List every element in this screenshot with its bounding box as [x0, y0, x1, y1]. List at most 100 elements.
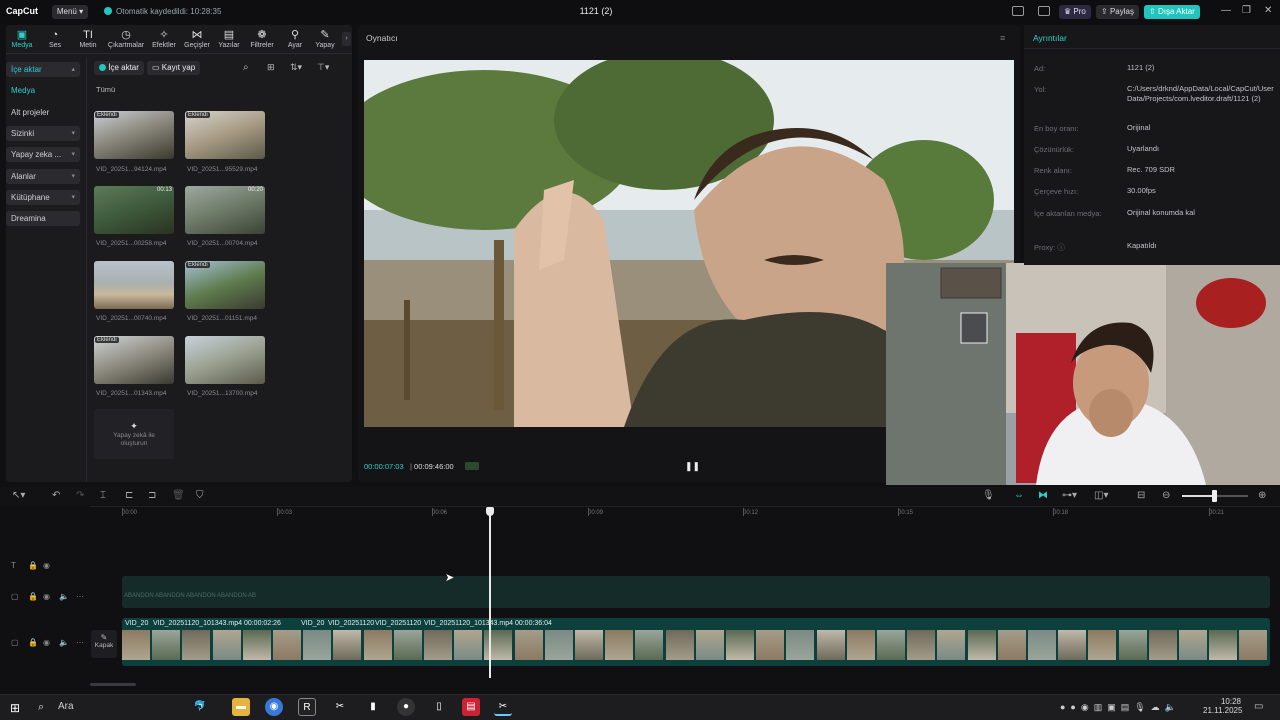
tab-ai[interactable]: ✎ Yapay [308, 28, 342, 49]
sidebar-item-library[interactable]: Kütüphane ▾ [6, 190, 80, 205]
share-button[interactable]: ⇪ Paylaş [1096, 5, 1139, 19]
sidebar-item-spaces[interactable]: Alanlar ▾ [6, 169, 80, 184]
tab-audio[interactable]: ◔ Ses [38, 28, 72, 49]
video-clip-label[interactable]: VID_20251120 [375, 620, 421, 627]
minimize-icon[interactable]: — [1221, 5, 1231, 16]
chrome-icon[interactable]: ◉ [265, 698, 283, 716]
video-clip-label[interactable]: VID_20 [125, 620, 148, 627]
cover-button[interactable]: ✎ Kapak [91, 630, 117, 658]
quality-icon[interactable] [465, 462, 479, 470]
capcut-icon[interactable]: ✂ [331, 698, 349, 716]
tab-transitions[interactable]: ⋈ Geçişler [180, 28, 214, 49]
media-thumbnail[interactable]: Eklendi [94, 111, 174, 159]
magnet-icon[interactable]: ⧓ [1038, 490, 1048, 501]
video-clip-label[interactable]: VID_20251120_101343.mp4 00:00:36:04 [424, 620, 552, 627]
lock-icon[interactable]: 🔒 [28, 638, 38, 647]
media-thumbnail[interactable]: 00:13 [94, 186, 174, 234]
webcam-overlay[interactable] [886, 263, 1280, 485]
close-icon[interactable]: ✕ [1264, 5, 1272, 16]
zoom-in-icon[interactable]: ⊕ [1258, 490, 1266, 501]
tab-stickers[interactable]: ◷ Çıkartmalar [105, 28, 147, 49]
preview-axis-icon[interactable]: ⊶▾ [1062, 490, 1077, 501]
lock-icon[interactable]: 🔒 [28, 592, 38, 601]
sidebar-item-ai[interactable]: Yapay zeka ... ▾ [6, 147, 80, 162]
video-clip-label[interactable]: VID_20251120_101343.mp4 00:00:02:26 [153, 620, 281, 627]
filter-all-tab[interactable]: Tümü [96, 85, 115, 94]
import-button[interactable]: İçe aktar [94, 61, 144, 75]
media-thumbnail[interactable]: Eklendi [185, 261, 265, 309]
clock[interactable]: 10:28 21.11.2025 [1203, 697, 1242, 715]
sidebar-item-dreamina[interactable]: Dreamina [6, 211, 80, 226]
media-thumbnail[interactable] [94, 261, 174, 309]
more-icon[interactable]: ⋯ [76, 638, 84, 647]
link-icon[interactable]: ⇔ [1014, 490, 1024, 501]
windows-start-icon[interactable]: ⊞ [10, 701, 20, 715]
video-clip-label[interactable]: VID_20 [301, 620, 324, 627]
caption-icon[interactable]: ⊟ [1137, 490, 1145, 501]
sidebar-item-media[interactable]: Medya [6, 83, 80, 98]
eye-icon[interactable]: ◉ [43, 638, 50, 647]
microphone-app-icon[interactable]: ▯ [430, 698, 448, 716]
eye-icon[interactable]: ◉ [43, 592, 50, 601]
capcut-active-icon[interactable]: ✂ [494, 698, 512, 716]
timeline-scrollbar[interactable] [90, 683, 136, 686]
media-thumbnail[interactable]: Eklendi [94, 336, 174, 384]
delete-icon[interactable]: 🗑 [172, 490, 185, 501]
layout-icon[interactable] [1012, 6, 1024, 16]
trim-right-icon[interactable]: ⊐ [148, 490, 156, 501]
tab-media[interactable]: ▣ Medya [5, 28, 39, 49]
zoom-slider-handle[interactable] [1212, 490, 1217, 502]
pause-icon[interactable]: ❚❚ [685, 461, 700, 472]
maximize-icon[interactable]: ❐ [1242, 5, 1251, 16]
mouse-app-icon[interactable]: ▮ [364, 698, 382, 716]
media-thumbnail[interactable] [185, 336, 265, 384]
undo-icon[interactable]: ↶ [52, 490, 60, 501]
marker-icon[interactable]: ⛉ [196, 490, 204, 501]
shortcuts-icon[interactable] [1038, 6, 1050, 16]
file-explorer-icon[interactable]: ▬ [232, 698, 250, 716]
grid-view-icon[interactable]: ⊞ [267, 62, 275, 73]
redo-icon[interactable]: ↷ [76, 490, 84, 501]
sidebar-item-yours[interactable]: Sizinki ▾ [6, 126, 80, 141]
ai-create-card[interactable]: ✦ Yapay zekâ ile oluşturun [94, 409, 174, 459]
trim-left-icon[interactable]: ⊏ [125, 490, 133, 501]
tab-effects[interactable]: ✧ Efektler [147, 28, 181, 49]
pro-button[interactable]: ♛ Pro [1059, 5, 1091, 19]
sidebar-item-subprojects[interactable]: Alt projeler [6, 105, 80, 120]
tab-captions[interactable]: ▤ Yazılar [212, 28, 246, 49]
search-icon[interactable]: ⌕ [38, 701, 44, 714]
obs-icon[interactable]: ● [397, 698, 415, 716]
eye-icon[interactable]: ◉ [43, 561, 50, 570]
filter-icon[interactable]: ⊤▾ [317, 62, 329, 73]
video-clip-label[interactable]: VID_20251120 [328, 620, 374, 627]
r-app-icon[interactable]: R [298, 698, 316, 716]
playhead-handle[interactable] [486, 507, 494, 516]
tab-adjust[interactable]: ⚲ Ayar [278, 28, 312, 49]
record-button[interactable]: ▭ Kayıt yap [147, 61, 201, 75]
more-icon[interactable]: ⋯ [76, 592, 84, 601]
lock-icon[interactable]: 🔒 [28, 561, 38, 570]
zoom-out-icon[interactable]: ⊖ [1162, 490, 1170, 501]
sidebar-item-import[interactable]: İçe aktar ▴ [6, 62, 80, 77]
tab-text[interactable]: TI Metin [71, 28, 105, 49]
audio-clip[interactable] [122, 576, 1270, 608]
media-thumbnail[interactable]: 00:20 [185, 186, 265, 234]
select-tool-icon[interactable]: ↖▾ [12, 490, 25, 501]
search-icon[interactable]: ⌕ [243, 62, 249, 73]
menu-button[interactable]: Menü ▾ [52, 5, 88, 19]
export-button[interactable]: ⇧ Dışa Aktar [1144, 5, 1200, 19]
voice-app-icon[interactable]: ▤ [462, 698, 480, 716]
sort-icon[interactable]: ⇅▾ [290, 62, 302, 73]
chevron-right-icon[interactable]: › [342, 32, 351, 46]
system-tray-icons[interactable]: ●●◉▥▣▤🎙☁🔈 [1060, 702, 1181, 713]
notifications-icon[interactable]: ▭ [1254, 701, 1263, 712]
taskbar-search[interactable]: Ara [58, 701, 74, 712]
player-menu-icon[interactable]: ≡ [1000, 33, 1005, 43]
playhead[interactable] [489, 508, 491, 678]
speaker-icon[interactable]: 🔈 [59, 638, 69, 647]
split-icon[interactable]: ⌶ [100, 490, 106, 501]
speaker-icon[interactable]: 🔈 [59, 592, 69, 601]
media-thumbnail[interactable]: Eklendi [185, 111, 265, 159]
tab-filters[interactable]: ❁ Filtreler [245, 28, 279, 49]
ratio-icon[interactable]: ◫▾ [1094, 490, 1108, 501]
